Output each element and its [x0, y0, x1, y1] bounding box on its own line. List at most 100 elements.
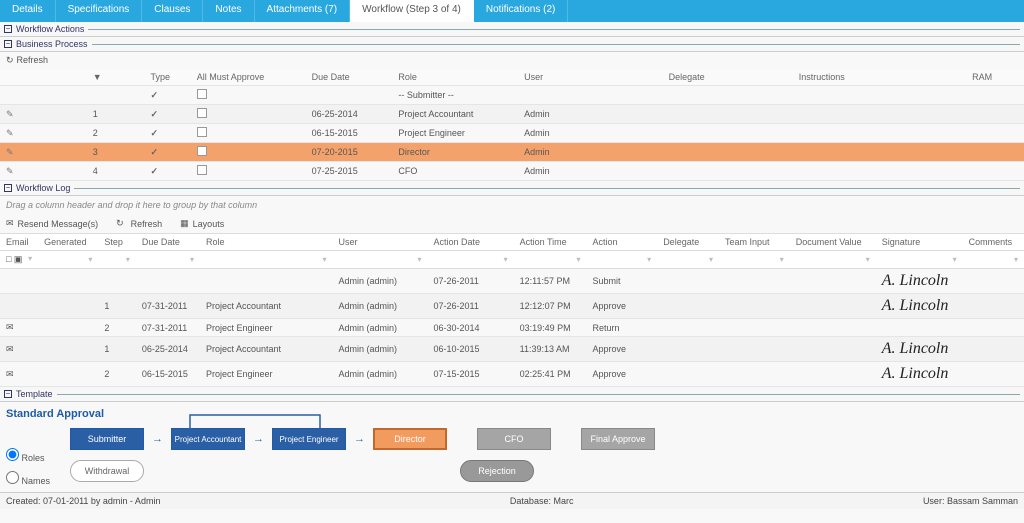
log-row[interactable]: 106-25-2014Project AccountantAdmin (admi… [0, 337, 1024, 362]
edit-icon[interactable] [6, 166, 14, 176]
node-project-accountant[interactable]: Project Accountant [171, 428, 245, 450]
filter-icon [866, 255, 870, 264]
col-action-date[interactable]: Action Date [427, 234, 513, 251]
submitter-row: -- Submitter -- [0, 86, 1024, 105]
arrow-icon: → [152, 433, 163, 445]
table-row[interactable]: 2 06-15-2015 Project Engineer Admin [0, 124, 1024, 143]
filter-row: □ ▣ [0, 251, 1024, 269]
edit-icon[interactable] [6, 128, 14, 138]
node-director[interactable]: Director [373, 428, 447, 450]
signature [876, 319, 963, 337]
tab-notes[interactable]: Notes [203, 0, 254, 22]
filter-icon [126, 255, 130, 264]
panel-title-label: Workflow Actions [16, 24, 84, 34]
log-row[interactable]: Admin (admin)07-26-201112:11:57 PMSubmit… [0, 269, 1024, 294]
collapse-icon[interactable]: − [4, 40, 12, 48]
resend-messages-button[interactable]: Resend Message(s) [6, 218, 98, 229]
col-action-time[interactable]: Action Time [514, 234, 587, 251]
radio-roles[interactable]: Roles [6, 448, 50, 463]
envelope-icon [6, 344, 14, 354]
node-withdrawal[interactable]: Withdrawal [70, 460, 144, 482]
panel-template: − Template [0, 387, 1024, 402]
user-value: Bassam Samman [947, 496, 1018, 506]
envelope-icon [6, 369, 14, 379]
col-due-date[interactable]: Due Date [306, 69, 393, 86]
log-row[interactable]: 207-31-2011Project EngineerAdmin (admin)… [0, 319, 1024, 337]
panel-workflow-actions: − Workflow Actions [0, 22, 1024, 37]
check-icon [151, 128, 159, 138]
edit-icon[interactable] [6, 147, 14, 157]
database-value: Marc [553, 496, 573, 506]
col-team-input[interactable]: Team Input [719, 234, 790, 251]
filter-icon [88, 255, 92, 264]
tab-clauses[interactable]: Clauses [142, 0, 203, 22]
log-row[interactable]: 107-31-2011Project AccountantAdmin (admi… [0, 294, 1024, 319]
col-must[interactable]: All Must Approve [191, 69, 306, 86]
panel-workflow-log: − Workflow Log [0, 181, 1024, 196]
table-row[interactable]: 4 07-25-2015 CFO Admin [0, 162, 1024, 181]
checkbox[interactable] [197, 89, 207, 99]
node-rejection[interactable]: Rejection [460, 460, 534, 482]
collapse-icon[interactable]: − [4, 25, 12, 33]
status-bar: Created: 07-01-2011 by admin - Admin Dat… [0, 492, 1024, 509]
col-ram[interactable]: RAM [966, 69, 1024, 86]
filter-icon [1014, 255, 1018, 264]
col-delegate[interactable]: Delegate [663, 69, 793, 86]
node-project-engineer[interactable]: Project Engineer [272, 428, 346, 450]
filter-icon [577, 255, 581, 264]
refresh-button[interactable]: Refresh [116, 218, 162, 229]
filter-icon [190, 255, 194, 264]
envelope-icon [6, 218, 14, 229]
table-row[interactable]: 1 06-25-2014 Project Accountant Admin [0, 105, 1024, 124]
tab-specifications[interactable]: Specifications [56, 0, 143, 22]
col-role[interactable]: Role [200, 234, 333, 251]
log-row[interactable]: 206-15-2015Project EngineerAdmin (admin)… [0, 362, 1024, 387]
collapse-icon[interactable]: − [4, 390, 12, 398]
col-star[interactable]: ▼ [87, 69, 145, 86]
col-generated[interactable]: Generated [38, 234, 98, 251]
col-step[interactable]: Step [98, 234, 136, 251]
col-comments[interactable]: Comments [963, 234, 1024, 251]
col-email[interactable]: Email [0, 234, 38, 251]
col-signature[interactable]: Signature [876, 234, 963, 251]
edit-icon[interactable] [6, 109, 14, 119]
panel-business-process: − Business Process [0, 37, 1024, 52]
actions-table: ▼ Type All Must Approve Due Date Role Us… [0, 69, 1024, 181]
check-icon [151, 109, 159, 119]
filter-icon [780, 255, 784, 264]
signature: A. Lincoln [876, 294, 963, 319]
tab-details[interactable]: Details [0, 0, 56, 22]
node-cfo[interactable]: CFO [477, 428, 551, 450]
col-type[interactable]: Type [145, 69, 191, 86]
node-final-approve[interactable]: Final Approve [581, 428, 655, 450]
col-user[interactable]: User [518, 69, 663, 86]
tab-bar: Details Specifications Clauses Notes Att… [0, 0, 1024, 22]
col-user[interactable]: User [333, 234, 428, 251]
table-row-selected[interactable]: 3 07-20-2015 Director Admin [0, 143, 1024, 162]
layouts-button[interactable]: Layouts [180, 218, 224, 229]
toolbar-refresh: Refresh [0, 52, 1024, 69]
col-delegate[interactable]: Delegate [657, 234, 719, 251]
col-role[interactable]: Role [392, 69, 518, 86]
tab-workflow[interactable]: Workflow (Step 3 of 4) [350, 0, 474, 22]
tab-notifications[interactable]: Notifications (2) [474, 0, 568, 22]
arrow-icon: → [253, 433, 264, 445]
filter-icon [953, 255, 957, 264]
filter-icon [504, 255, 508, 264]
checkbox[interactable] [197, 165, 207, 175]
refresh-button[interactable]: Refresh [6, 55, 48, 66]
node-submitter[interactable]: Submitter [70, 428, 144, 450]
tab-attachments[interactable]: Attachments (7) [255, 0, 351, 22]
checkbox[interactable] [197, 127, 207, 137]
col-instructions[interactable]: Instructions [793, 69, 966, 86]
checkbox[interactable] [197, 146, 207, 156]
radio-names[interactable]: Names [6, 471, 50, 486]
col-action[interactable]: Action [587, 234, 658, 251]
checkbox[interactable] [197, 108, 207, 118]
col-due[interactable]: Due Date [136, 234, 200, 251]
panel-title-label: Template [16, 389, 53, 399]
check-icon [151, 147, 159, 157]
collapse-icon[interactable]: − [4, 184, 12, 192]
col-doc-value[interactable]: Document Value [790, 234, 876, 251]
group-drop-hint[interactable]: Drag a column header and drop it here to… [0, 196, 1024, 214]
